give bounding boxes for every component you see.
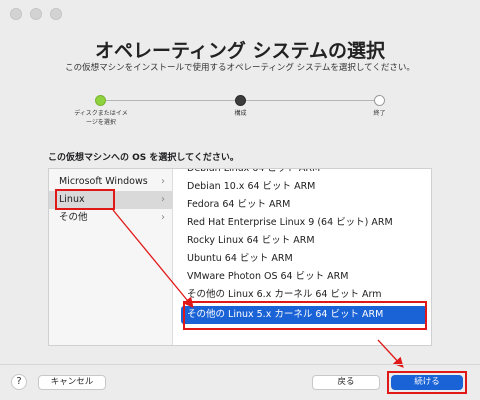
- category-label: Microsoft Windows: [59, 176, 148, 187]
- step-label-select-disk: ディスクまたはイメ ージを選択: [74, 110, 128, 126]
- os-list-item[interactable]: Red Hat Enterprise Linux 9 (64 ビット) ARM: [181, 214, 427, 232]
- page-title: オペレーティング システムの選択: [95, 40, 385, 62]
- back-button[interactable]: 戻る: [312, 375, 380, 390]
- chevron-right-icon: ›: [161, 194, 165, 205]
- step-connector: [245, 100, 375, 101]
- os-prompt: この仮想マシンへの OS を選択してください。: [48, 153, 239, 163]
- step-current-icon: [235, 95, 246, 106]
- minimize-window-button[interactable]: [30, 8, 42, 20]
- help-button[interactable]: ?: [11, 374, 27, 390]
- window-controls: [10, 8, 62, 20]
- annotation-box-selected-os: [183, 301, 427, 330]
- os-list-item[interactable]: Fedora 64 ビット ARM: [181, 196, 427, 214]
- zoom-window-button[interactable]: [50, 8, 62, 20]
- chevron-right-icon: ›: [161, 176, 165, 187]
- step-pending-icon: [374, 95, 385, 106]
- step-label-configure: 構成: [234, 110, 247, 117]
- os-list-item[interactable]: Debian 10.x 64 ビット ARM: [181, 178, 427, 196]
- category-item-other[interactable]: その他 ›: [49, 209, 173, 227]
- os-list-item[interactable]: Rocky Linux 64 ビット ARM: [181, 232, 427, 250]
- step-complete-icon: [95, 95, 106, 106]
- cancel-button[interactable]: キャンセル: [38, 375, 106, 390]
- page-subtitle: この仮想マシンをインストールで使用するオペレーティング システムを選択してくださ…: [65, 63, 415, 73]
- os-list-item[interactable]: Debian Linux 64 ビット ARM: [181, 169, 427, 178]
- category-label: その他: [59, 212, 88, 223]
- step-connector: [105, 100, 235, 101]
- chevron-right-icon: ›: [161, 212, 165, 223]
- step-label-finish: 終了: [373, 110, 386, 117]
- os-list-item[interactable]: VMware Photon OS 64 ビット ARM: [181, 268, 427, 286]
- os-list-item[interactable]: Ubuntu 64 ビット ARM: [181, 250, 427, 268]
- close-window-button[interactable]: [10, 8, 22, 20]
- continue-button[interactable]: 続ける: [391, 375, 463, 390]
- footer-divider: [0, 364, 480, 365]
- vm-setup-window: オペレーティング システムの選択 この仮想マシンをインストールで使用するオペレー…: [0, 0, 480, 400]
- progress-steps: ディスクまたはイメ ージを選択 構成 終了: [0, 92, 480, 132]
- annotation-box-linux: [55, 189, 115, 210]
